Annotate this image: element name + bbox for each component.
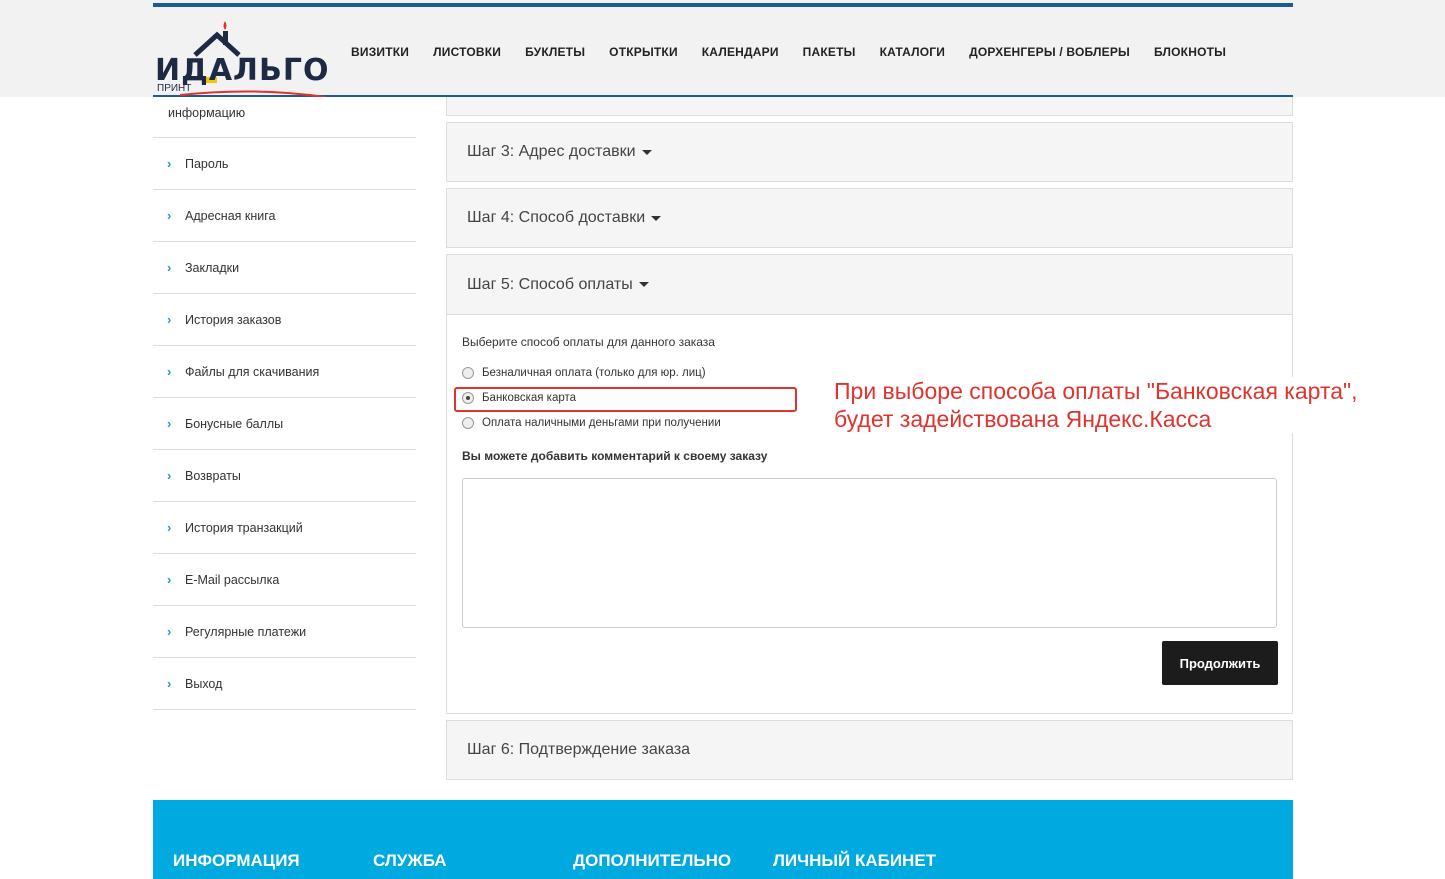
nav-otkrytki[interactable]: ОТКРЫТКИ <box>609 45 678 59</box>
sidebar-item-bonus-points[interactable]: › Бонусные баллы <box>153 398 416 450</box>
annotation-line-2: будет задействована Яндекс.Касса <box>834 406 1212 432</box>
footer-heading-account: ЛИЧНЫЙ КАБИНЕТ <box>773 851 937 870</box>
nav-kalendari[interactable]: КАЛЕНДАРИ <box>702 45 779 59</box>
step6-title: Шаг 6: Подтверждение заказа <box>467 741 691 758</box>
step4-title: Шаг 4: Способ доставки <box>467 209 646 226</box>
chevron-right-icon: › <box>167 156 172 171</box>
chevron-right-icon: › <box>167 676 172 691</box>
payment-option-cashless[interactable]: Безналичная оплата (только для юр. лиц) <box>462 367 706 379</box>
payment-option-label: Оплата наличными деньгами при получении <box>482 417 721 429</box>
nav-dorkhengery[interactable]: ДОРХЕНГЕРЫ / ВОБЛЕРЫ <box>969 45 1130 59</box>
caret-down-icon <box>651 215 662 221</box>
sidebar-item-label: История заказов <box>185 312 282 327</box>
footer-heading-service: СЛУЖБА <box>373 851 447 870</box>
payment-method-title: Выберите способ оплаты для данного заказ… <box>462 335 715 349</box>
annotation-note: При выборе способа оплаты "Банковская ка… <box>834 377 1362 433</box>
sidebar-item-recurring[interactable]: › Регулярные платежи <box>153 606 416 658</box>
sidebar-item-info[interactable]: информацию <box>153 98 416 138</box>
footer-heading-extra: ДОПОЛНИТЕЛЬНО <box>573 851 732 870</box>
radio-bank-card[interactable] <box>462 392 474 404</box>
sidebar-item-transactions[interactable]: › История транзакций <box>153 502 416 554</box>
chevron-right-icon: › <box>167 572 172 587</box>
payment-option-bank-card[interactable]: Банковская карта <box>462 392 576 404</box>
account-sidebar: информацию › Пароль › Адресная книга › Закл… <box>153 98 416 710</box>
step3-title: Шаг 3: Адрес доставки <box>467 143 636 160</box>
step5-title: Шаг 5: Способ оплаты <box>467 275 633 293</box>
sidebar-item-label: Возвраты <box>185 468 241 483</box>
sidebar-item-label: Регулярные платежи <box>185 624 307 639</box>
main-nav: ВИЗИТКИ ЛИСТОВКИ БУКЛЕТЫ ОТКРЫТКИ КАЛЕНД… <box>351 45 1250 59</box>
comment-label: Вы можете добавить комментарий к своему … <box>462 449 768 463</box>
sidebar-item-label: Закладки <box>185 260 240 275</box>
sidebar-item-label: Пароль <box>185 156 229 171</box>
logo-sub-text: ПРИНТ <box>157 83 192 94</box>
nav-bloknoty[interactable]: БЛОКНОТЫ <box>1154 45 1226 59</box>
payment-option-label: Банковская карта <box>482 392 577 404</box>
continue-button[interactable]: Продолжить <box>1162 641 1278 685</box>
site-header: ИДАЛЬГО ПРИНТ ВИЗИТКИ ЛИСТОВКИ БУКЛЕТЫ О… <box>153 3 1293 98</box>
chevron-right-icon: › <box>167 520 172 535</box>
step5-header[interactable]: Шаг 5: Способ оплаты <box>447 255 1292 315</box>
sidebar-item-logout[interactable]: › Выход <box>153 658 416 710</box>
sidebar-item-newsletter[interactable]: › E-Mail рассылка <box>153 554 416 606</box>
sidebar-item-label: Адресная книга <box>185 208 276 223</box>
previous-step-panel <box>446 97 1293 116</box>
sidebar-item-downloads[interactable]: › Файлы для скачивания <box>153 346 416 398</box>
site-footer: ИНФОРМАЦИЯ СЛУЖБА ДОПОЛНИТЕЛЬНО ЛИЧНЫЙ К… <box>153 800 1293 879</box>
step5-panel: Шаг 5: Способ оплаты Выберите способ опл… <box>446 254 1293 714</box>
chevron-right-icon: › <box>167 208 172 223</box>
nav-pakety[interactable]: ПАКЕТЫ <box>803 45 856 59</box>
sidebar-item-label: E-Mail рассылка <box>185 572 280 587</box>
chevron-right-icon: › <box>167 364 172 379</box>
nav-vizitki[interactable]: ВИЗИТКИ <box>351 45 409 59</box>
payment-option-label: Безналичная оплата (только для юр. лиц) <box>482 367 706 379</box>
nav-buklety[interactable]: БУКЛЕТЫ <box>525 45 585 59</box>
sidebar-item-returns[interactable]: › Возвраты <box>153 450 416 502</box>
step4-panel[interactable]: Шаг 4: Способ доставки <box>446 188 1293 248</box>
payment-option-cash[interactable]: Оплата наличными деньгами при получении <box>462 417 721 429</box>
sidebar-item-label: Выход <box>185 676 223 691</box>
nav-listovki[interactable]: ЛИСТОВКИ <box>433 45 501 59</box>
chevron-right-icon: › <box>167 312 172 327</box>
nav-katalogi[interactable]: КАТАЛОГИ <box>880 45 946 59</box>
sidebar-item-label: История транзакций <box>185 520 303 535</box>
step6-panel[interactable]: Шаг 6: Подтверждение заказа <box>446 720 1293 780</box>
step3-panel[interactable]: Шаг 3: Адрес доставки <box>446 122 1293 182</box>
radio-cash[interactable] <box>462 417 474 429</box>
sidebar-item-password[interactable]: › Пароль <box>153 138 416 190</box>
radio-cashless[interactable] <box>462 367 474 379</box>
sidebar-item-address-book[interactable]: › Адресная книга <box>153 190 416 242</box>
caret-down-icon <box>641 149 652 155</box>
caret-down-icon <box>638 282 649 287</box>
chevron-right-icon: › <box>167 416 172 431</box>
site-logo[interactable]: ИДАЛЬГО ПРИНТ <box>155 17 330 98</box>
chevron-right-icon: › <box>167 624 172 639</box>
sidebar-item-bookmarks[interactable]: › Закладки <box>153 242 416 294</box>
footer-heading-info: ИНФОРМАЦИЯ <box>173 851 300 870</box>
sidebar-item-label: Бонусные баллы <box>185 416 284 431</box>
comment-field[interactable] <box>462 478 1277 628</box>
annotation-line-1: При выборе способа оплаты "Банковская ка… <box>834 378 1358 404</box>
chevron-right-icon: › <box>167 468 172 483</box>
sidebar-item-label: Файлы для скачивания <box>185 364 320 379</box>
sidebar-item-order-history[interactable]: › История заказов <box>153 294 416 346</box>
checkout-panels: Шаг 3: Адрес доставки Шаг 4: Способ дост… <box>446 97 1293 780</box>
step5-body: Выберите способ оплаты для данного заказ… <box>447 315 1292 713</box>
chevron-right-icon: › <box>167 260 172 275</box>
